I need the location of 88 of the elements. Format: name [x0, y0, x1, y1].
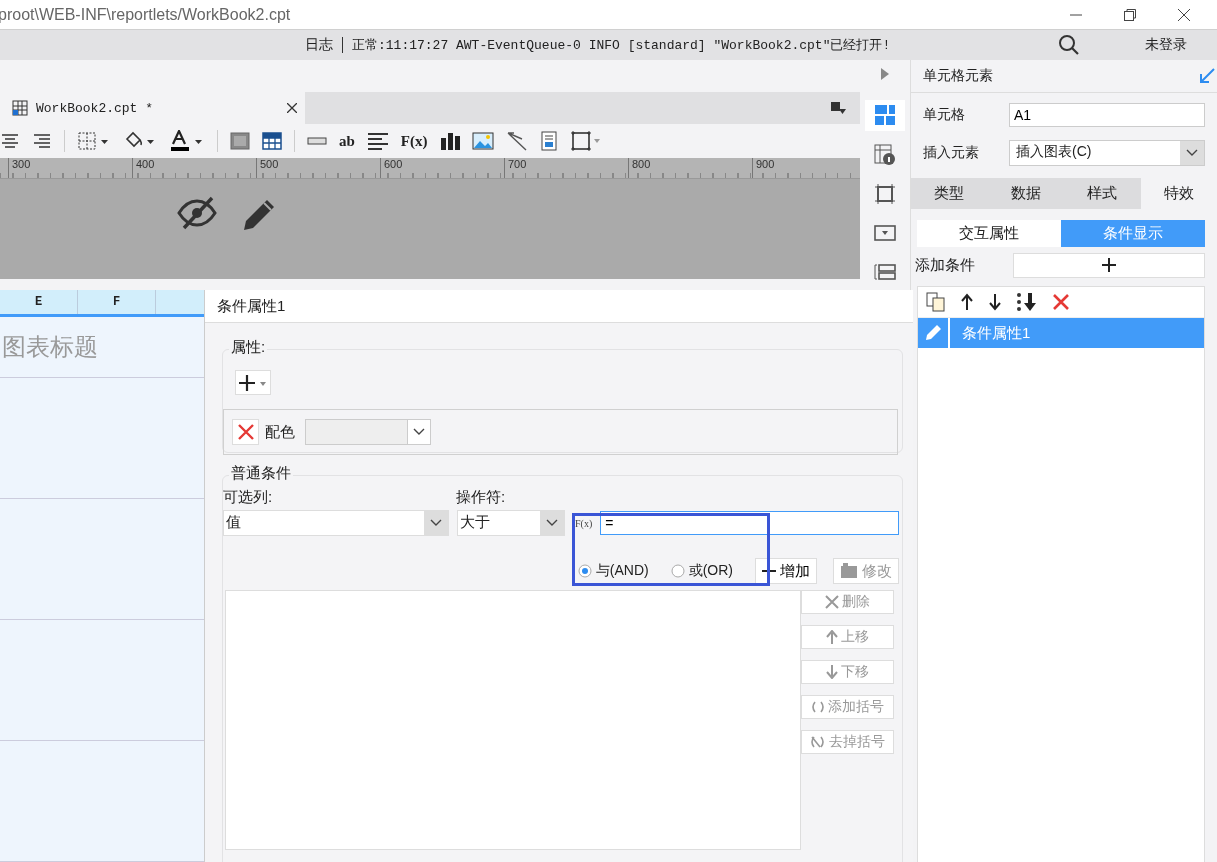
cell-info-icon [874, 143, 896, 166]
document-icon[interactable] [539, 131, 558, 151]
column-header[interactable]: E [0, 290, 78, 314]
add-property-button[interactable] [235, 370, 271, 395]
hidden-eye-icon[interactable] [176, 196, 218, 230]
insert-element-label: 插入元素 [923, 144, 980, 162]
panel-title: 单元格元素 [923, 67, 993, 85]
move-bottom-icon[interactable] [1016, 292, 1038, 312]
align-center-icon[interactable] [0, 132, 20, 150]
logic-radio[interactable]: 或(OR) [670, 562, 733, 580]
caret-icon [430, 519, 442, 527]
plus-icon [1102, 258, 1116, 272]
cell-input[interactable]: A1 [1009, 103, 1205, 127]
panel-tab[interactable]: 数据 [987, 178, 1064, 209]
paragraph-icon[interactable] [366, 132, 389, 150]
up-arrow-icon [826, 630, 838, 644]
column-label: 可选列: [223, 488, 274, 507]
properties-legend: 属性: [229, 338, 268, 357]
formula-button[interactable]: F(x) [575, 517, 593, 529]
toolbar-button[interactable]: F(x) [400, 132, 428, 150]
pencil-icon [924, 324, 942, 342]
dropdown-widget-icon [874, 224, 896, 243]
column-select[interactable]: 值 [223, 510, 449, 536]
condition-title: 条件属性1 [217, 296, 286, 316]
cross-icon [825, 595, 839, 609]
add-button[interactable]: 增加 [755, 558, 817, 584]
folder-icon [840, 563, 858, 579]
merge-cells-icon[interactable] [230, 132, 250, 150]
align-right-icon[interactable] [32, 132, 52, 150]
close-icon[interactable] [1177, 7, 1191, 22]
delete-icon[interactable] [1052, 293, 1070, 311]
document-tab[interactable]: WorkBook2.cpt * [0, 92, 305, 124]
font-color-icon[interactable] [169, 130, 205, 152]
copy-icon[interactable] [926, 292, 946, 312]
operator-label: 操作符: [456, 488, 506, 507]
remove-button[interactable] [232, 419, 259, 445]
border-icon[interactable] [77, 131, 111, 151]
frame-icon [874, 182, 896, 205]
color-select[interactable] [305, 419, 431, 445]
column-header[interactable]: F [78, 290, 156, 314]
ruler-label: 700 [504, 158, 628, 178]
dock-icon[interactable] [830, 101, 846, 115]
remove-parentheses-icon [810, 735, 826, 749]
operator-select[interactable]: 大于 [457, 510, 565, 536]
ruler-label: 500 [256, 158, 380, 178]
up-arrow-icon[interactable] [960, 293, 974, 311]
panel-tab[interactable]: 样式 [1064, 178, 1141, 209]
stacked-rows-icon [874, 262, 896, 283]
login-status[interactable]: 未登录 [1145, 36, 1187, 54]
log-message: 正常:11:17:27 AWT-EventQueue-0 INFO [standard] "WorkBook2.cpt"已经打开! [352, 37, 891, 54]
plus-icon [239, 374, 267, 391]
arrow-icon[interactable] [1199, 68, 1215, 84]
close-icon[interactable] [287, 103, 297, 113]
ruler-label: 900 [752, 158, 876, 178]
image-icon[interactable] [471, 132, 494, 150]
panel-tab[interactable]: 特效 [1140, 178, 1217, 209]
toolbar-button[interactable]: ab [339, 132, 355, 150]
caret-icon [546, 519, 558, 527]
diagonal-line-icon[interactable] [505, 131, 528, 151]
common-condition-legend: 普通条件 [229, 464, 293, 483]
ruler-label: 300 [8, 158, 132, 178]
bar-chart-icon[interactable] [439, 132, 460, 150]
parentheses-icon [811, 700, 825, 714]
panel-tab[interactable]: 类型 [911, 178, 988, 209]
formula-input[interactable]: = [600, 511, 900, 535]
logic-radio[interactable]: 与(AND) [577, 562, 649, 580]
side-tool-button[interactable] [865, 99, 905, 131]
caret-icon [413, 428, 425, 436]
ruler-label: 600 [380, 158, 504, 178]
insert-element-select[interactable]: 插入图表(C) [1009, 140, 1205, 166]
table-grid-icon[interactable] [262, 132, 282, 150]
sub-tab[interactable]: 交互属性 [917, 220, 1061, 247]
color-label: 配色 [265, 422, 295, 442]
border-frame-icon[interactable] [569, 130, 602, 152]
log-label[interactable]: 日志 [305, 36, 333, 54]
add-condition-label: 添加条件 [915, 255, 976, 275]
expand-arrow-icon[interactable] [881, 68, 889, 80]
restore-icon[interactable] [1123, 7, 1137, 22]
cell-label: 单元格 [923, 106, 966, 124]
search-icon[interactable] [1058, 34, 1080, 56]
cross-icon [237, 424, 254, 440]
down-arrow-icon[interactable] [988, 293, 1002, 311]
cell-element-icon [875, 105, 895, 126]
caret-icon [1186, 149, 1198, 157]
ruler-label: 800 [628, 158, 752, 178]
down-arrow-icon [826, 665, 838, 679]
ruler-label: 400 [132, 158, 256, 178]
report-icon [12, 100, 28, 116]
